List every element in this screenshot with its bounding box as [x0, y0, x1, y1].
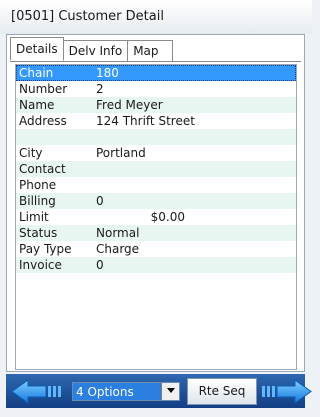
field-value: 180 [96, 66, 119, 80]
field-label: Number [19, 82, 68, 96]
detail-row-limit[interactable]: Limit $0.00 [16, 209, 296, 225]
rte-seq-button[interactable]: Rte Seq [187, 378, 257, 405]
detail-panel: Details Delv Info Map Chain 180 Number 2… [6, 34, 305, 372]
tab-details[interactable]: Details [10, 37, 64, 61]
detail-row-city[interactable]: City Portland [16, 145, 296, 161]
detail-row-phone[interactable]: Phone [16, 177, 296, 193]
field-label: Phone [19, 178, 57, 192]
detail-row-number[interactable]: Number 2 [16, 81, 296, 97]
previous-button[interactable] [10, 378, 62, 405]
detail-row-contact[interactable]: Contact [16, 161, 296, 177]
field-value: 0 [96, 258, 104, 272]
field-value: 2 [96, 82, 104, 96]
field-label: Invoice [19, 258, 62, 272]
detail-list[interactable]: Chain 180 Number 2 Name Fred Meyer Addre… [15, 64, 297, 370]
detail-row-status[interactable]: Status Normal [16, 225, 296, 241]
field-value: 124 Thrift Street [96, 114, 195, 128]
options-value: 4 Options [76, 385, 134, 399]
field-label: Name [19, 98, 55, 112]
detail-row-chain[interactable]: Chain 180 [16, 65, 296, 81]
detail-row-blank[interactable] [16, 129, 296, 145]
detail-row-pay-type[interactable]: Pay Type Charge [16, 241, 296, 257]
field-value: Normal [96, 226, 140, 240]
dropdown-button[interactable] [161, 383, 179, 400]
detail-row-name[interactable]: Name Fred Meyer [16, 97, 296, 113]
field-label: Contact [19, 162, 66, 176]
field-label: Status [19, 226, 58, 240]
bottom-toolbar: 4 Options Rte Seq [6, 374, 312, 408]
field-value: Fred Meyer [96, 98, 163, 112]
window-title: [0501] Customer Detail [11, 9, 164, 24]
field-label: City [19, 146, 43, 160]
field-value: Charge [96, 242, 140, 256]
next-button[interactable] [261, 378, 313, 405]
tab-divider [10, 61, 301, 62]
field-label: Limit [19, 210, 49, 224]
detail-row-billing[interactable]: Billing 0 [16, 193, 296, 209]
arrow-left-icon [11, 379, 61, 404]
options-dropdown[interactable]: 4 Options [72, 382, 180, 401]
tab-strip: Details Delv Info Map [10, 37, 174, 61]
field-label: Pay Type [19, 242, 72, 256]
tab-delv-info[interactable]: Delv Info [62, 40, 129, 61]
detail-row-invoice[interactable]: Invoice 0 [16, 257, 296, 273]
tab-map[interactable]: Map [127, 40, 174, 61]
customer-detail-window: [0501] Customer Detail Details Delv Info… [0, 0, 312, 417]
field-label: Address [19, 114, 67, 128]
field-label: Billing [19, 194, 56, 208]
detail-row-address[interactable]: Address 124 Thrift Street [16, 113, 296, 129]
arrow-right-icon [262, 379, 312, 404]
field-value: 0 [96, 194, 104, 208]
title-bar: [0501] Customer Detail [0, 0, 312, 34]
field-value: $0.00 [150, 210, 185, 224]
field-value: Portland [96, 146, 146, 160]
field-label: Chain [19, 66, 54, 80]
chevron-down-icon [166, 388, 175, 393]
